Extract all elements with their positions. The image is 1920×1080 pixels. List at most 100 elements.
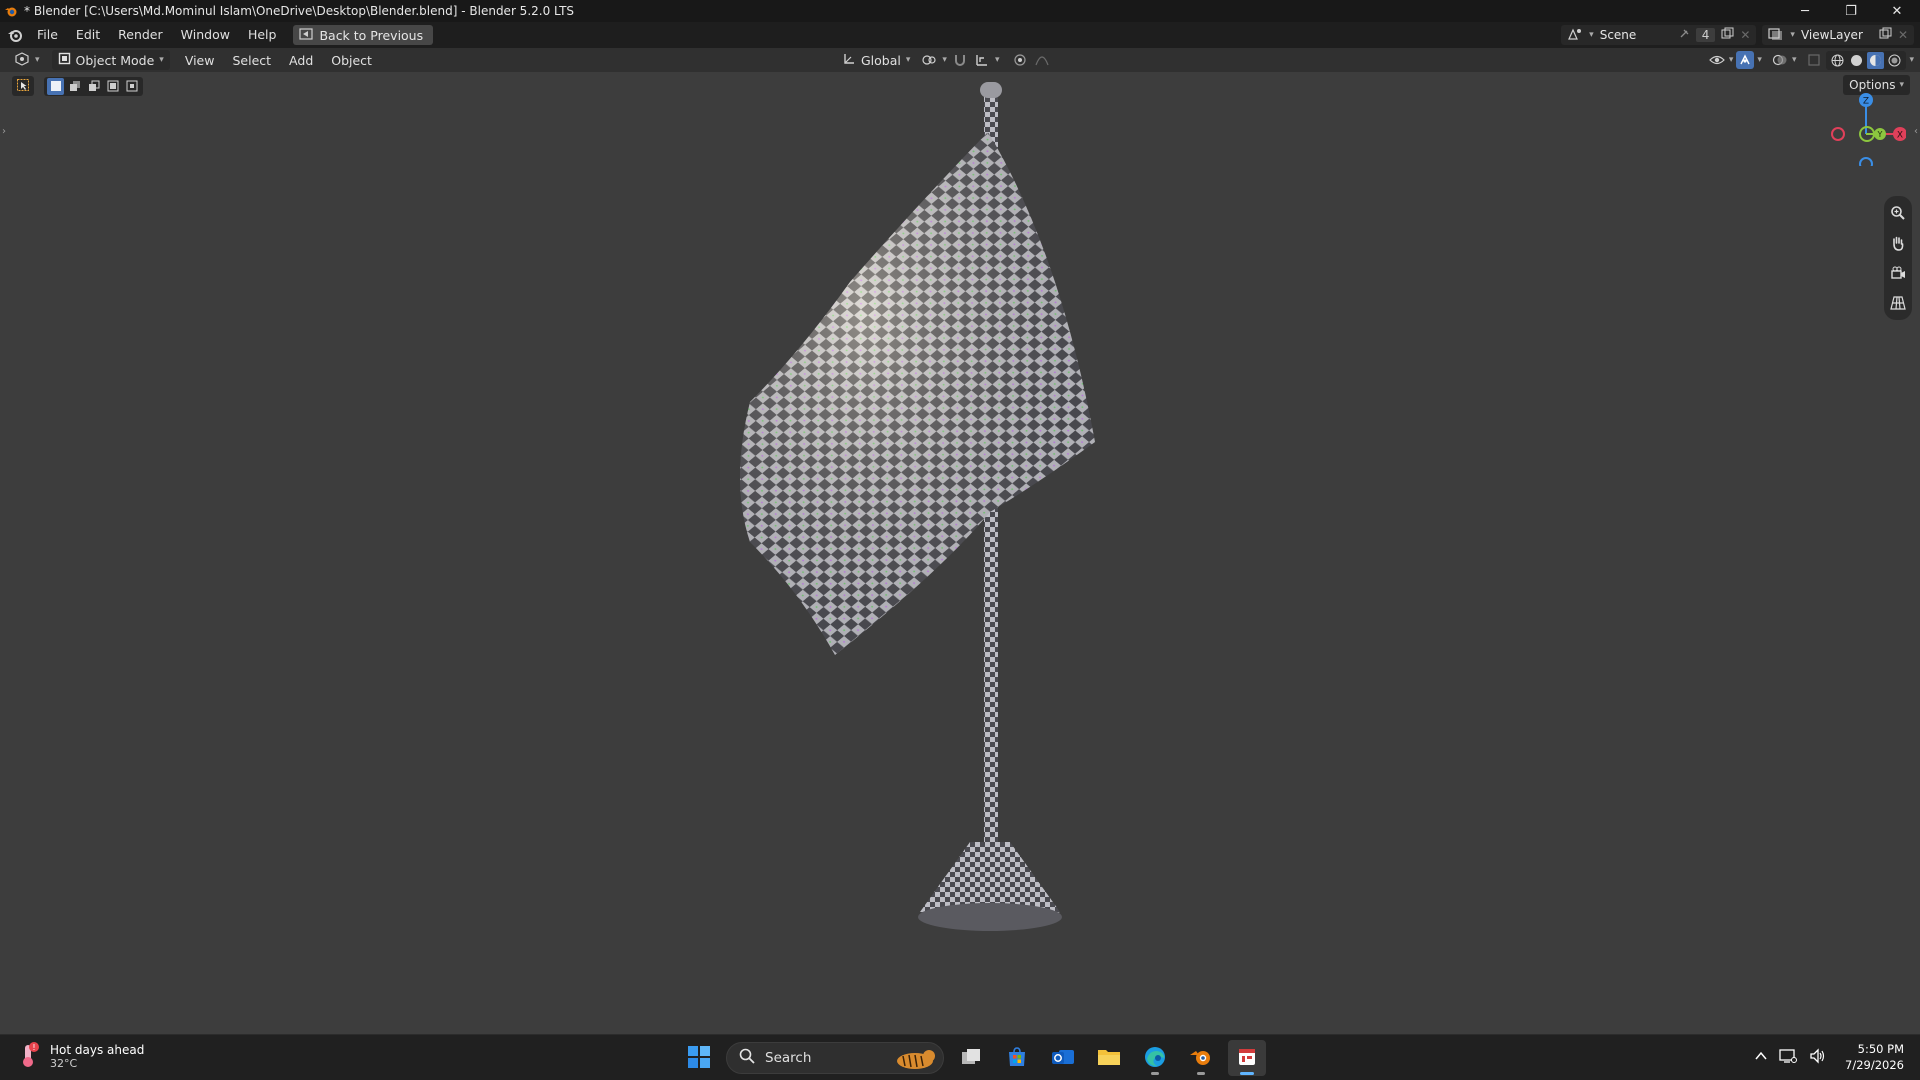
flag-3d-object[interactable] (620, 72, 1120, 972)
pivot-point-icon[interactable] (920, 51, 938, 69)
falloff-curve-icon[interactable] (1033, 51, 1051, 69)
zoom-icon[interactable] (1886, 200, 1910, 226)
transform-orientation-label: Global (861, 52, 901, 68)
windows-taskbar: ! Hot days ahead 32°C Search 5:50 PM 7/2… (0, 1034, 1920, 1080)
outlook-button[interactable] (1044, 1040, 1082, 1076)
snap-magnet-icon[interactable] (951, 51, 969, 69)
start-button[interactable] (680, 1040, 718, 1076)
perspective-grid-icon[interactable] (1886, 290, 1910, 316)
scene-selector[interactable]: ▾ Scene 4 ✕ (1561, 25, 1757, 45)
pole-finial[interactable] (980, 82, 1002, 98)
svg-text:!: ! (32, 1043, 35, 1052)
gizmo-neg-z-axis[interactable] (1859, 157, 1873, 166)
camera-view-icon[interactable] (1886, 260, 1910, 286)
clock-date: 7/29/2026 (1845, 1058, 1904, 1072)
close-button[interactable]: ✕ (1874, 0, 1920, 22)
view-layer-selector[interactable]: ▾ ViewLayer ✕ (1762, 25, 1914, 45)
store-button[interactable] (998, 1040, 1036, 1076)
delete-view-layer-icon[interactable]: ✕ (1898, 28, 1908, 42)
menu-select[interactable]: Select (223, 53, 280, 68)
task-view-button[interactable] (952, 1040, 990, 1076)
material-preview-shading-icon[interactable] (1867, 51, 1885, 69)
blender-taskbar-button[interactable] (1182, 1040, 1220, 1076)
object-mode-icon (58, 52, 71, 68)
edge-button[interactable] (1136, 1040, 1174, 1076)
chevron-down-icon[interactable]: ▾ (1909, 55, 1914, 65)
object-mode-dropdown[interactable]: Object Mode ▾ (51, 50, 170, 70)
scene-icon (1567, 27, 1583, 44)
menu-view[interactable]: View (176, 53, 224, 68)
chevron-down-icon: ▾ (35, 55, 40, 65)
maximize-button[interactable]: ❐ (1828, 0, 1874, 22)
sidebar-expand-arrow-icon[interactable]: ‹ (1914, 126, 1918, 137)
file-explorer-button[interactable] (1090, 1040, 1128, 1076)
scene-dropdown-icon: ▾ (1589, 30, 1594, 40)
chevron-down-icon[interactable]: ▾ (995, 55, 1000, 65)
select-new-icon[interactable] (47, 77, 64, 95)
pole-base-rim[interactable] (918, 903, 1062, 931)
pin-icon[interactable] (1678, 28, 1690, 43)
visibility-eye-icon[interactable] (1708, 51, 1726, 69)
gizmo-neg-x-axis[interactable] (1831, 127, 1845, 141)
menu-window[interactable]: Window (172, 22, 239, 48)
selection-mode-group (44, 76, 143, 96)
menu-help[interactable]: Help (239, 22, 286, 48)
select-extend-icon[interactable] (66, 78, 83, 95)
new-view-layer-icon[interactable] (1879, 27, 1892, 43)
active-app-button[interactable] (1228, 1040, 1266, 1076)
taskbar-search[interactable]: Search (726, 1042, 944, 1074)
chevron-down-icon[interactable]: ▾ (1729, 55, 1734, 65)
weather-temperature: 32°C (50, 1057, 78, 1070)
volume-icon[interactable] (1809, 1047, 1827, 1067)
viewport-shading-group (1826, 50, 1907, 70)
minimize-button[interactable]: ─ (1782, 0, 1828, 22)
rendered-shading-icon[interactable] (1886, 52, 1903, 69)
solid-shading-icon[interactable] (1848, 52, 1865, 69)
xray-toggle-icon[interactable] (1805, 51, 1823, 69)
snap-increment-icon[interactable] (973, 51, 991, 69)
pan-hand-icon[interactable] (1886, 230, 1910, 256)
network-icon[interactable] (1779, 1048, 1798, 1067)
select-invert-icon[interactable] (104, 78, 121, 95)
orientation-axes-icon (842, 52, 856, 69)
viewport-header: ▾ Object Mode ▾ View Select Add Object G… (0, 48, 1920, 72)
navigation-gizmo[interactable]: Z X Y (1826, 86, 1906, 166)
chevron-down-icon[interactable]: ▾ (942, 55, 947, 65)
blender-menu-icon[interactable] (2, 22, 28, 48)
chevron-down-icon: ▾ (905, 55, 911, 65)
weather-widget[interactable]: ! Hot days ahead 32°C (18, 1041, 144, 1072)
new-scene-icon[interactable] (1721, 27, 1734, 43)
scene-name[interactable]: Scene (1600, 28, 1672, 42)
3d-viewport-icon (14, 51, 30, 69)
clock[interactable]: 5:50 PM 7/29/2026 (1845, 1041, 1904, 1073)
gizmo-z-label: Z (1863, 97, 1869, 107)
menu-object[interactable]: Object (322, 53, 381, 68)
gizmo-toggle-icon[interactable] (1736, 51, 1755, 69)
select-intersect-icon[interactable] (123, 78, 140, 95)
back-to-previous-button[interactable]: Back to Previous (293, 25, 434, 45)
app-icon (1236, 1046, 1258, 1071)
viewport-nav-buttons (1884, 196, 1912, 320)
task-view-icon (960, 1047, 982, 1070)
chevron-down-icon[interactable]: ▾ (1792, 55, 1797, 65)
select-tool-button[interactable] (12, 76, 34, 96)
menu-edit[interactable]: Edit (67, 22, 109, 48)
wireframe-shading-icon[interactable] (1829, 52, 1846, 69)
view-layer-name[interactable]: ViewLayer (1801, 28, 1873, 42)
running-indicator (1240, 1072, 1254, 1075)
menu-render[interactable]: Render (109, 22, 172, 48)
toolbar-expand-arrow-icon[interactable]: › (2, 126, 6, 137)
3d-viewport[interactable]: › ‹ Options ▾ Z X Y (0, 72, 1920, 1034)
select-subtract-icon[interactable] (85, 78, 102, 95)
overlays-icon[interactable] (1771, 51, 1789, 69)
editor-type-dropdown[interactable]: ▾ (8, 50, 46, 70)
store-icon (1006, 1046, 1028, 1071)
chevron-down-icon[interactable]: ▾ (1757, 55, 1762, 65)
transform-orientation-dropdown[interactable]: Global ▾ (836, 50, 916, 70)
delete-scene-icon[interactable]: ✕ (1740, 28, 1750, 42)
menu-file[interactable]: File (28, 22, 67, 48)
show-hidden-icons-chevron-icon[interactable] (1755, 1050, 1767, 1064)
proportional-editing-icon[interactable] (1011, 51, 1029, 69)
cursor-arrow-icon (17, 78, 29, 94)
menu-add[interactable]: Add (280, 53, 322, 68)
